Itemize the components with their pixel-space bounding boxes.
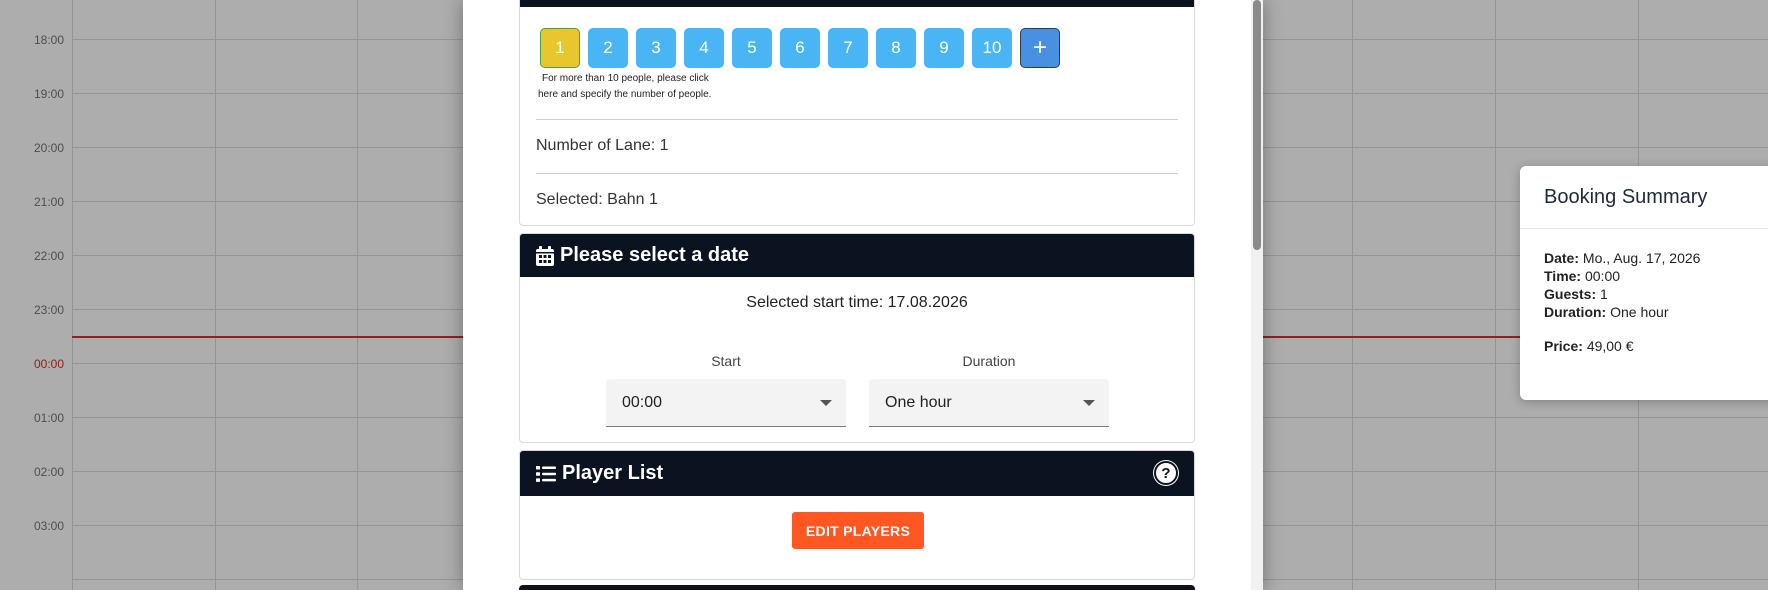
summary-time-label: Time: [1544,268,1582,284]
people-button-5[interactable]: 5 [732,28,772,68]
summary-date-row: Date: Mo., Aug. 17, 2026 [1544,249,1766,267]
booking-summary-panel: Booking Summary Date: Mo., Aug. 17, 2026… [1520,166,1768,400]
people-button-3[interactable]: 3 [636,28,676,68]
help-icon[interactable]: ? [1154,461,1178,485]
summary-price-label: Price: [1544,338,1583,354]
people-button-4[interactable]: 4 [684,28,724,68]
duration-select-value: One hour [885,393,952,411]
edit-players-button[interactable]: EDIT PLAYERS [792,512,924,549]
more-people-note[interactable]: For more than 10 people, please click he… [538,71,718,103]
summary-date-label: Date: [1544,250,1580,266]
more-people-button[interactable]: + [1020,28,1060,68]
start-label: Start [711,353,741,369]
people-button-2[interactable]: 2 [588,28,628,68]
people-button-10[interactable]: 10 [972,28,1012,68]
selected-start-time: Selected start time: 17.08.2026 [746,294,968,311]
people-button-1[interactable]: 1 [540,28,580,68]
summary-price-value: 49,00 € [1586,338,1634,354]
people-button-7[interactable]: 7 [828,28,868,68]
date-card-title: Please select a date [560,244,750,266]
duration-label: Duration [962,353,1016,369]
more-people-note-line: here and specify the number of people. [538,89,712,100]
player-list-header: Player List ? [520,451,1194,496]
date-card: Please select a date Selected start time… [519,233,1195,443]
booking-modal: 1 2 3 4 5 6 7 8 9 10 + For more than 10 … [463,0,1263,590]
summary-guests-row: Guests: 1 [1544,285,1766,303]
people-button-9[interactable]: 9 [924,28,964,68]
number-of-lane: Number of Lane: 1 [536,137,669,154]
people-button-8[interactable]: 8 [876,28,916,68]
chevron-down-icon [820,400,832,406]
people-button-6[interactable]: 6 [780,28,820,68]
booking-summary-body: Date: Mo., Aug. 17, 2026 Time: 00:00 Gue… [1520,229,1768,375]
summary-duration-row: Duration: One hour [1544,303,1766,321]
summary-date-value: Mo., Aug. 17, 2026 [1582,250,1701,266]
summary-time-row: Time: 00:00 [1544,267,1766,285]
divider [536,119,1178,120]
booking-summary-title: Booking Summary [1520,166,1768,229]
player-list-title: Player List [562,462,664,484]
calendar-icon [536,245,554,266]
more-people-note-line: For more than 10 people, please click [542,73,709,84]
list-icon [536,465,556,483]
summary-time-value: 00:00 [1584,268,1621,284]
summary-duration-label: Duration: [1544,304,1607,320]
summary-guests-value: 1 [1600,286,1608,302]
selected-lane: Selected: Bahn 1 [536,191,658,208]
scrollbar-thumb[interactable] [1253,0,1261,250]
summary-price-row: Price: 49,00 € [1544,337,1766,355]
next-card-header [519,585,1195,590]
start-select-value: 00:00 [622,393,663,411]
people-card: 1 2 3 4 5 6 7 8 9 10 + For more than 10 … [519,0,1195,226]
start-select[interactable]: 00:00 [606,379,846,427]
people-selector: 1 2 3 4 5 6 7 8 9 10 + [540,28,1060,68]
chevron-down-icon [1083,400,1095,406]
people-card-header [520,0,1194,7]
duration-select[interactable]: One hour [869,379,1109,427]
divider [536,173,1178,174]
modal-scrollbar[interactable] [1251,0,1263,590]
date-card-header: Please select a date [520,234,1194,277]
player-list-card: Player List ? EDIT PLAYERS [519,450,1195,580]
summary-guests-label: Guests: [1544,286,1597,302]
summary-duration-value: One hour [1610,304,1669,320]
